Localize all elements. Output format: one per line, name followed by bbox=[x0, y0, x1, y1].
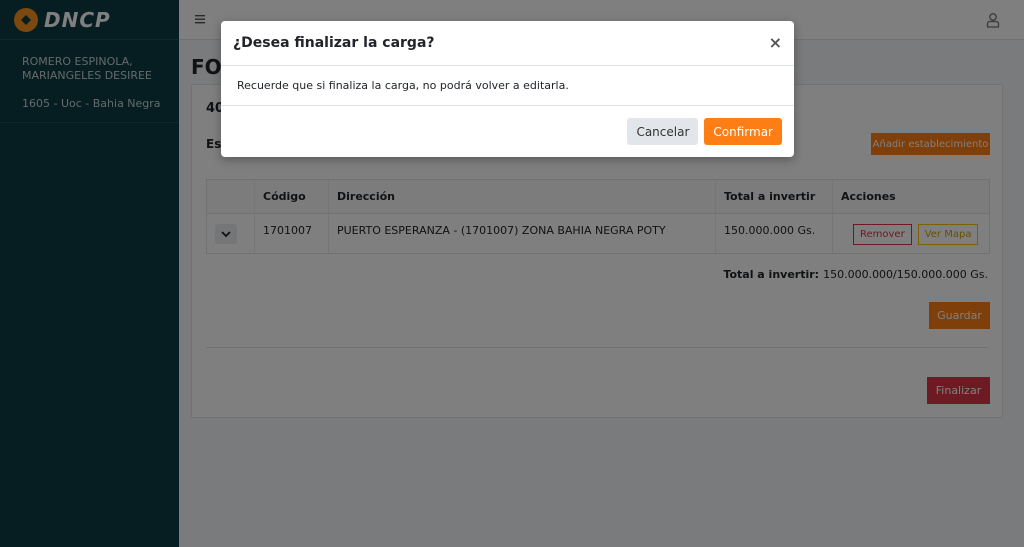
dialog-body: Recuerde que si finaliza la carga, no po… bbox=[221, 66, 794, 106]
confirm-dialog: ¿Desea finalizar la carga? × Recuerde qu… bbox=[221, 21, 794, 157]
confirm-button[interactable]: Confirmar bbox=[704, 118, 782, 145]
dialog-header: ¿Desea finalizar la carga? bbox=[221, 21, 794, 66]
close-icon[interactable]: × bbox=[769, 33, 782, 52]
cancel-button[interactable]: Cancelar bbox=[627, 118, 699, 145]
dialog-title: ¿Desea finalizar la carga? bbox=[233, 35, 435, 51]
dialog-footer: Cancelar Confirmar bbox=[221, 106, 794, 157]
